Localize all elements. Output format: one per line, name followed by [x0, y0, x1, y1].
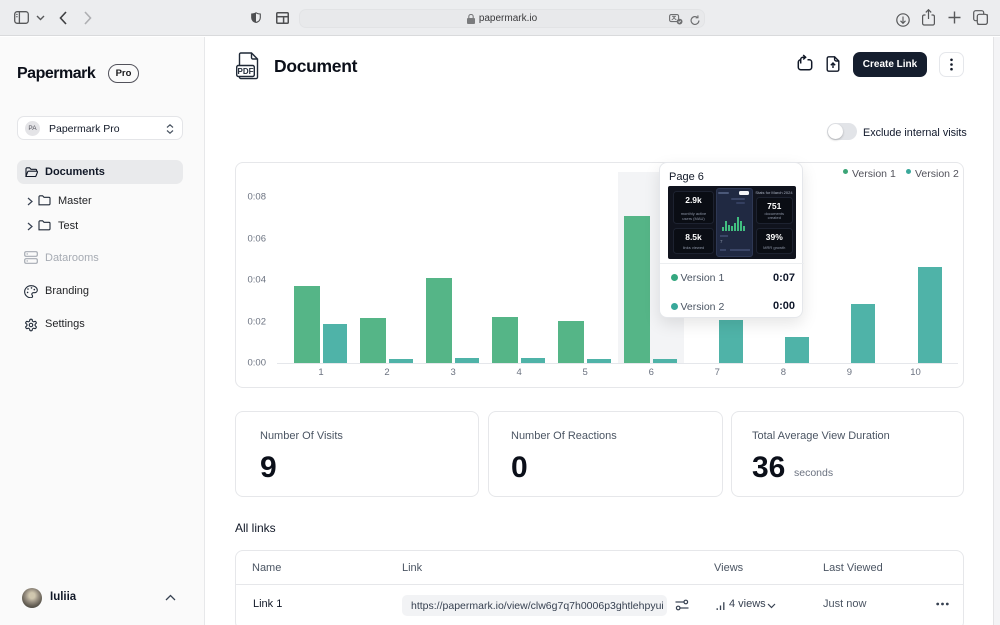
svg-text:PDF: PDF — [238, 67, 254, 76]
